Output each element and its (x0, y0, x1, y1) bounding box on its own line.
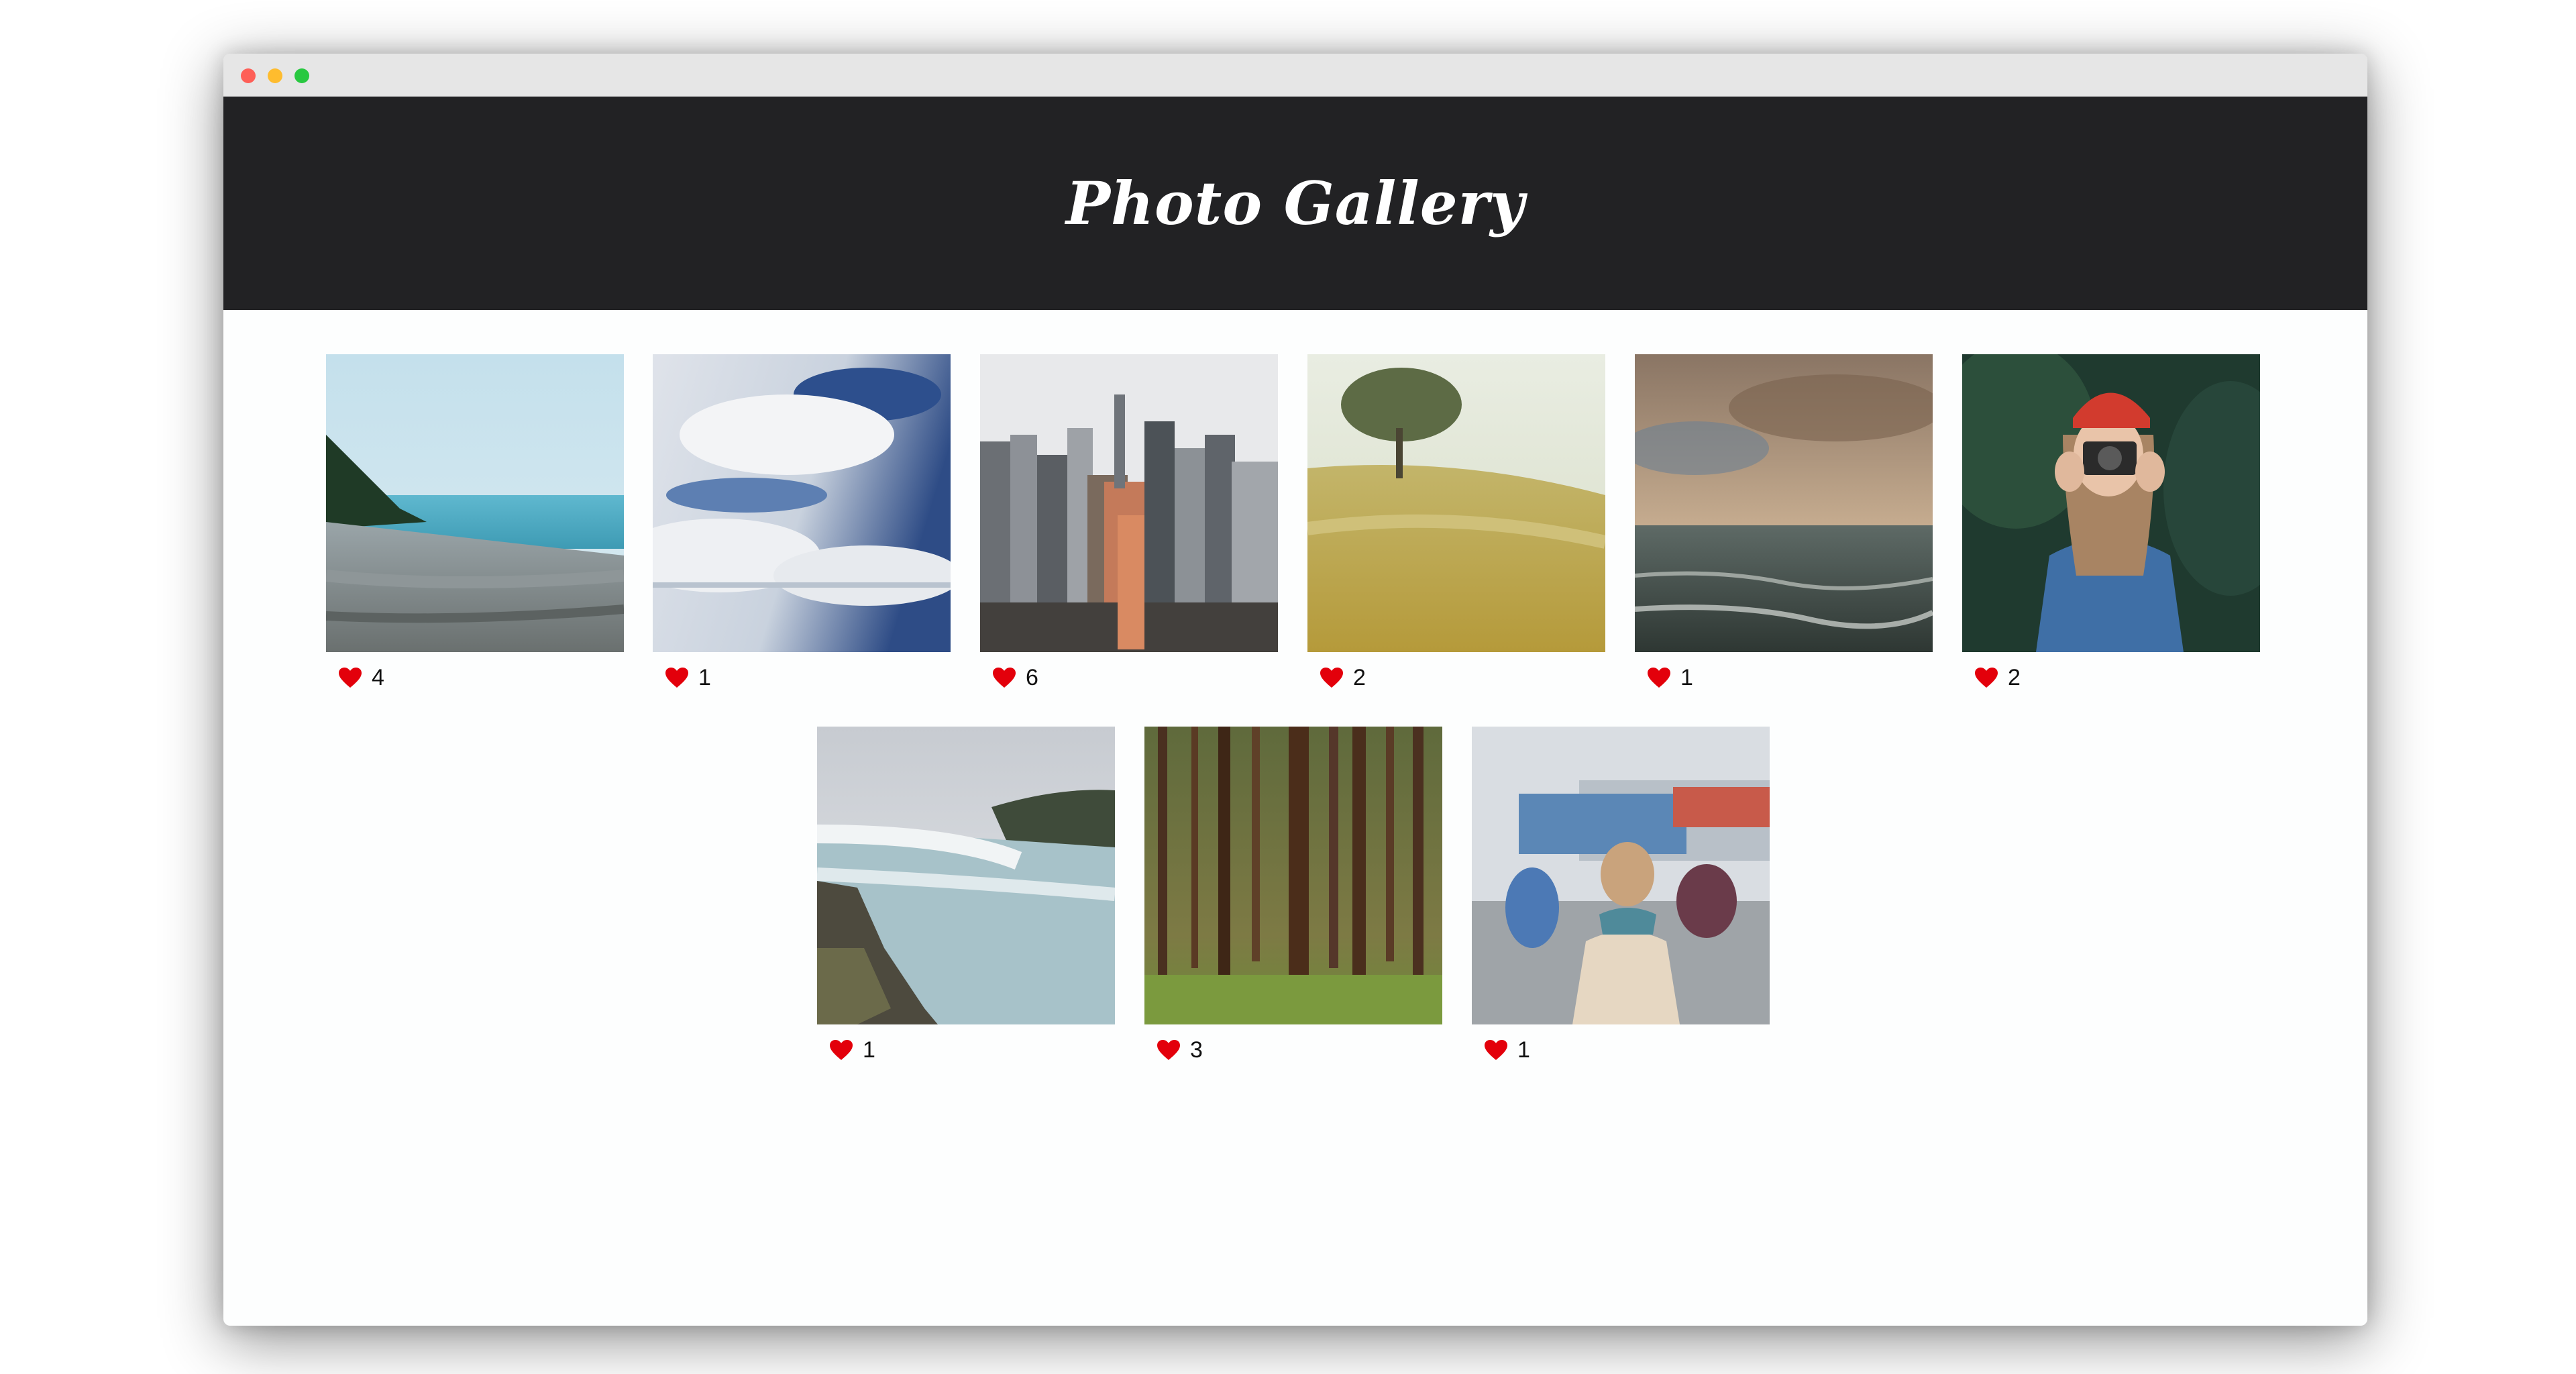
heart-icon[interactable] (829, 1039, 853, 1061)
city-photo (980, 354, 1278, 652)
like-count: 1 (863, 1037, 875, 1063)
ocean-photo (1635, 354, 1933, 652)
photo-thumbnail[interactable] (1144, 727, 1442, 1024)
photo-thumbnail[interactable] (1635, 354, 1933, 652)
heart-icon[interactable] (1157, 1039, 1181, 1061)
beach-photo (326, 354, 624, 652)
like-counter[interactable]: 2 (1974, 663, 2021, 692)
photo-thumbnail[interactable] (980, 354, 1278, 652)
like-counter[interactable]: 1 (829, 1035, 875, 1065)
like-count: 4 (372, 664, 384, 690)
portrait-photo (1962, 354, 2260, 652)
heart-icon[interactable] (665, 667, 689, 688)
photo-thumbnail[interactable] (1307, 354, 1605, 652)
like-counter[interactable]: 3 (1157, 1035, 1203, 1065)
zoom-button[interactable] (294, 68, 309, 83)
photo-thumbnail[interactable] (817, 727, 1115, 1024)
heart-icon[interactable] (992, 667, 1016, 688)
photo-thumbnail[interactable] (326, 354, 624, 652)
close-button[interactable] (241, 68, 256, 83)
page-title: Photo Gallery (1065, 168, 1525, 238)
heart-icon[interactable] (1647, 667, 1671, 688)
waterfall-photo (817, 727, 1115, 1024)
like-counter[interactable]: 6 (992, 663, 1038, 692)
forest-photo (1144, 727, 1442, 1024)
window-titlebar (223, 54, 2367, 97)
photo-thumbnail[interactable] (1472, 727, 1770, 1024)
like-count: 2 (2008, 664, 2021, 690)
like-counter[interactable]: 1 (1647, 663, 1693, 692)
photo-thumbnail[interactable] (1962, 354, 2260, 652)
photo-thumbnail[interactable] (653, 354, 951, 652)
like-count: 1 (698, 664, 711, 690)
page-header: Photo Gallery (223, 97, 2367, 310)
like-counter[interactable]: 1 (1484, 1035, 1530, 1065)
minimize-button[interactable] (268, 68, 282, 83)
like-counter[interactable]: 2 (1320, 663, 1366, 692)
field-photo (1307, 354, 1605, 652)
clouds-photo (653, 354, 951, 652)
like-count: 1 (1680, 664, 1693, 690)
like-count: 6 (1026, 664, 1038, 690)
like-counter[interactable]: 4 (338, 663, 384, 692)
heart-icon[interactable] (338, 667, 362, 688)
like-count: 1 (1517, 1037, 1530, 1063)
like-counter[interactable]: 1 (665, 663, 711, 692)
like-count: 3 (1190, 1037, 1203, 1063)
heart-icon[interactable] (1320, 667, 1344, 688)
browser-window: Photo Gallery 4 1 6 2 1 2 1 3 1 (223, 54, 2367, 1326)
heart-icon[interactable] (1484, 1039, 1508, 1061)
heart-icon[interactable] (1974, 667, 1998, 688)
like-count: 2 (1353, 664, 1366, 690)
street-photo (1472, 727, 1770, 1024)
